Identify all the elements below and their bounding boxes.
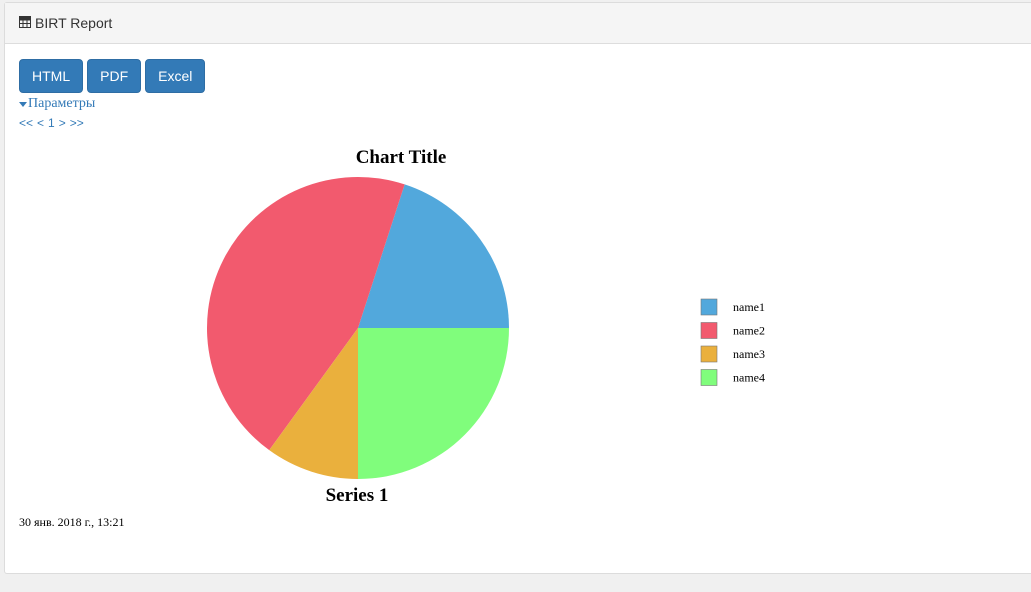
chart-legend: name1 name2 name3 name4	[700, 298, 765, 386]
excel-button[interactable]: Excel	[145, 59, 206, 93]
pdf-button[interactable]: PDF	[87, 59, 142, 93]
pager-last[interactable]: >>	[70, 116, 84, 130]
pie-chart: Chart Title Series 1 name1name2name3name…	[206, 147, 765, 506]
legend-swatch-name3	[700, 345, 718, 363]
pager: << < 1 > >>	[19, 116, 84, 130]
legend-label-name3: name3	[733, 347, 765, 361]
pager-next[interactable]: >	[59, 116, 66, 130]
pie-slice-name4	[358, 328, 509, 479]
legend-swatch-name1	[700, 298, 718, 316]
pager-current: 1	[48, 116, 55, 130]
panel-title: BIRT Report	[35, 15, 113, 31]
legend-swatch-name2	[700, 322, 718, 339]
report-panel: BIRT Report HTML PDF Excel Параметры << …	[4, 2, 1031, 574]
panel-heading: BIRT Report	[5, 3, 1031, 44]
table-icon	[19, 16, 31, 28]
legend-label-name4: name4	[733, 371, 765, 385]
legend-label-name2: name2	[733, 324, 765, 338]
parameters-label: Параметры	[28, 96, 96, 111]
report-timestamp: 30 янв. 2018 г., 13:21	[19, 515, 125, 529]
pie-slices	[206, 176, 509, 479]
parameters-toggle[interactable]: Параметры	[19, 96, 95, 112]
pager-first[interactable]: <<	[19, 116, 33, 130]
export-toolbar: HTML PDF Excel	[19, 59, 206, 93]
legend-label-name1: name1	[733, 300, 765, 314]
legend-swatch-name4	[700, 369, 718, 386]
html-button[interactable]: HTML	[19, 59, 84, 93]
caret-down-icon	[19, 101, 27, 107]
series-label: Series 1	[326, 485, 389, 506]
chart-title: Chart Title	[356, 147, 447, 168]
pager-prev[interactable]: <	[37, 116, 44, 130]
